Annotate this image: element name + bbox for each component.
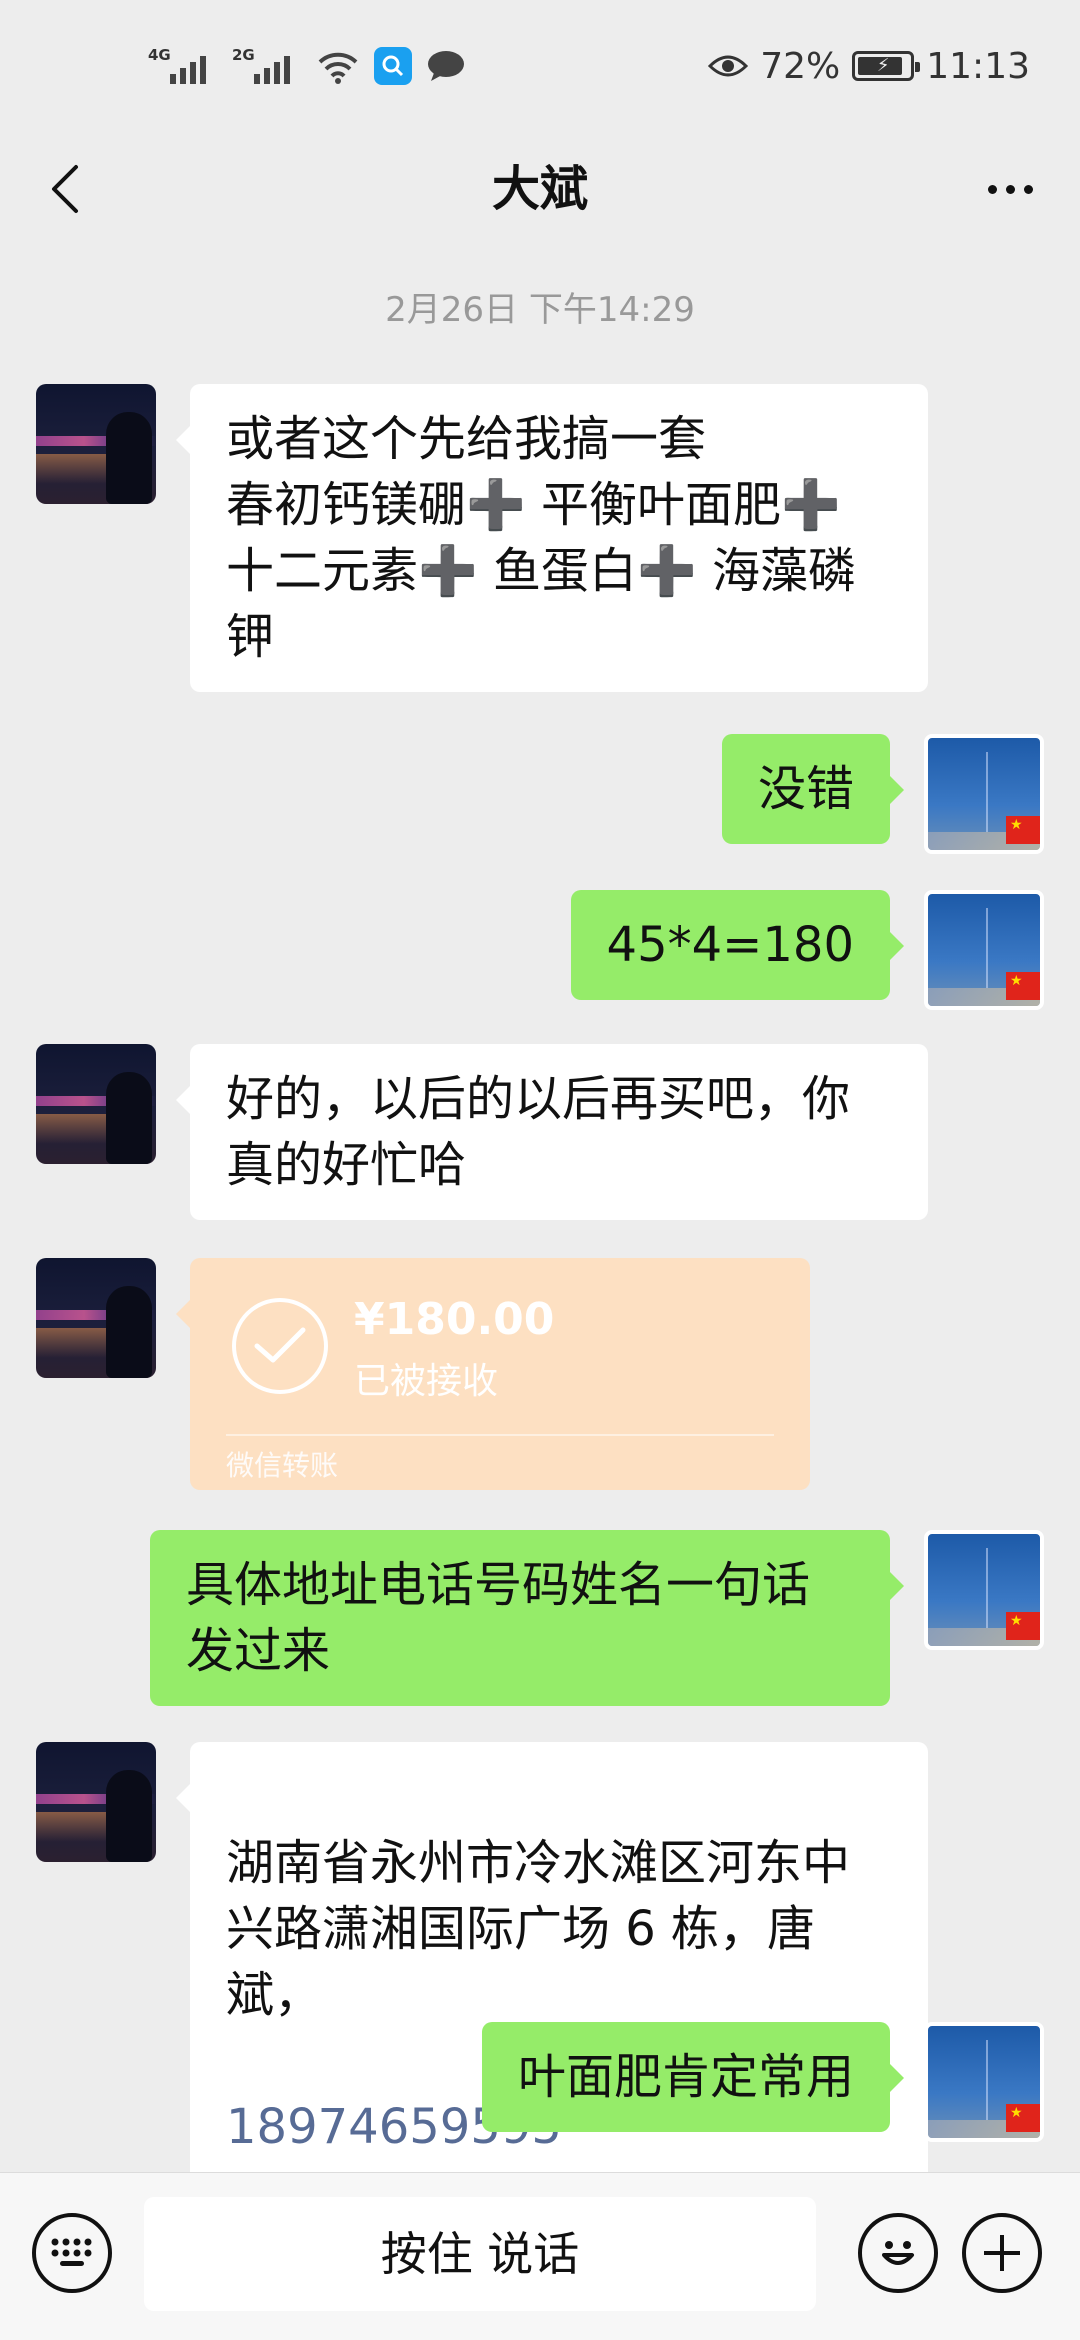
status-bar-left: 4G 2G: [148, 44, 466, 88]
more-actions-button[interactable]: [962, 2213, 1042, 2293]
contact-avatar[interactable]: [36, 1742, 156, 1862]
transfer-divider: [226, 1434, 774, 1436]
message-bubble-sent[interactable]: 具体地址电话号码姓名一句话 发过来: [150, 1530, 904, 1706]
message-bubble-sent[interactable]: 45*4=180: [570, 890, 905, 1000]
address-text: 湖南省永州市冷水滩区河东中 兴路潇湘国际广场 6 栋，唐斌，: [226, 1835, 851, 2023]
network-type-label: 4G: [148, 46, 171, 64]
chat-header: 大斌: [0, 130, 1080, 250]
eye-comfort-icon: [708, 55, 749, 77]
chat-input-bar: 按住 说话: [0, 2172, 1080, 2340]
transfer-amount: ¥180.00: [354, 1294, 555, 1345]
message-notification-icon: [428, 51, 464, 81]
plus-icon: [984, 2235, 1020, 2271]
contact-avatar[interactable]: [36, 384, 156, 504]
wifi-icon: [318, 52, 358, 84]
my-avatar[interactable]: ★: [924, 890, 1044, 1010]
my-avatar[interactable]: ★: [924, 2022, 1044, 2142]
keyboard-toggle-button[interactable]: [32, 2213, 112, 2293]
my-avatar[interactable]: ★: [924, 734, 1044, 854]
battery-percent: 72%: [760, 45, 841, 87]
hold-to-talk-button[interactable]: 按住 说话: [144, 2197, 816, 2311]
emoji-icon: [882, 2241, 914, 2265]
message-bubble-received[interactable]: 或者这个先给我搞一套 春初钙镁硼➕ 平衡叶面肥➕ 十二元素➕ 鱼蛋白➕ 海藻磷 …: [176, 384, 928, 692]
transfer-status: 已被接收: [354, 1361, 499, 1402]
clock: 11:13: [926, 45, 1030, 87]
message-bubble-sent[interactable]: 叶面肥肯定常用: [481, 2022, 905, 2132]
more-dots-icon: [987, 184, 997, 194]
signal-4g-icon: 4G: [148, 46, 218, 86]
battery-icon: ⚡: [852, 51, 921, 81]
keyboard-icon: [51, 2238, 92, 2266]
emoji-button[interactable]: [858, 2213, 938, 2293]
message-bubble-sent[interactable]: 没错: [721, 734, 905, 844]
more-options-button[interactable]: [970, 154, 1050, 224]
contact-avatar[interactable]: [36, 1258, 156, 1378]
message-timestamp: 2月26日 下午14:29: [385, 290, 695, 330]
signal-2g-icon: 2G: [232, 46, 302, 86]
contact-avatar[interactable]: [36, 1044, 156, 1164]
transfer-label: 微信转账: [226, 1449, 339, 1482]
wechat-transfer-card[interactable]: ¥180.00 已被接收 微信转账: [176, 1258, 810, 1490]
chat-title: 大斌: [491, 161, 588, 217]
status-bar: 4G 2G 72% ⚡ 11:13: [0, 0, 1080, 130]
status-bar-right: 72% ⚡ 11:13: [708, 44, 1030, 88]
message-bubble-received[interactable]: 好的，以后的以后再买吧，你 真的好忙哈: [176, 1044, 928, 1220]
search-app-icon: [374, 47, 412, 85]
check-icon: [232, 1298, 328, 1394]
network-type-label: 2G: [232, 46, 255, 64]
my-avatar[interactable]: ★: [924, 1530, 1044, 1650]
